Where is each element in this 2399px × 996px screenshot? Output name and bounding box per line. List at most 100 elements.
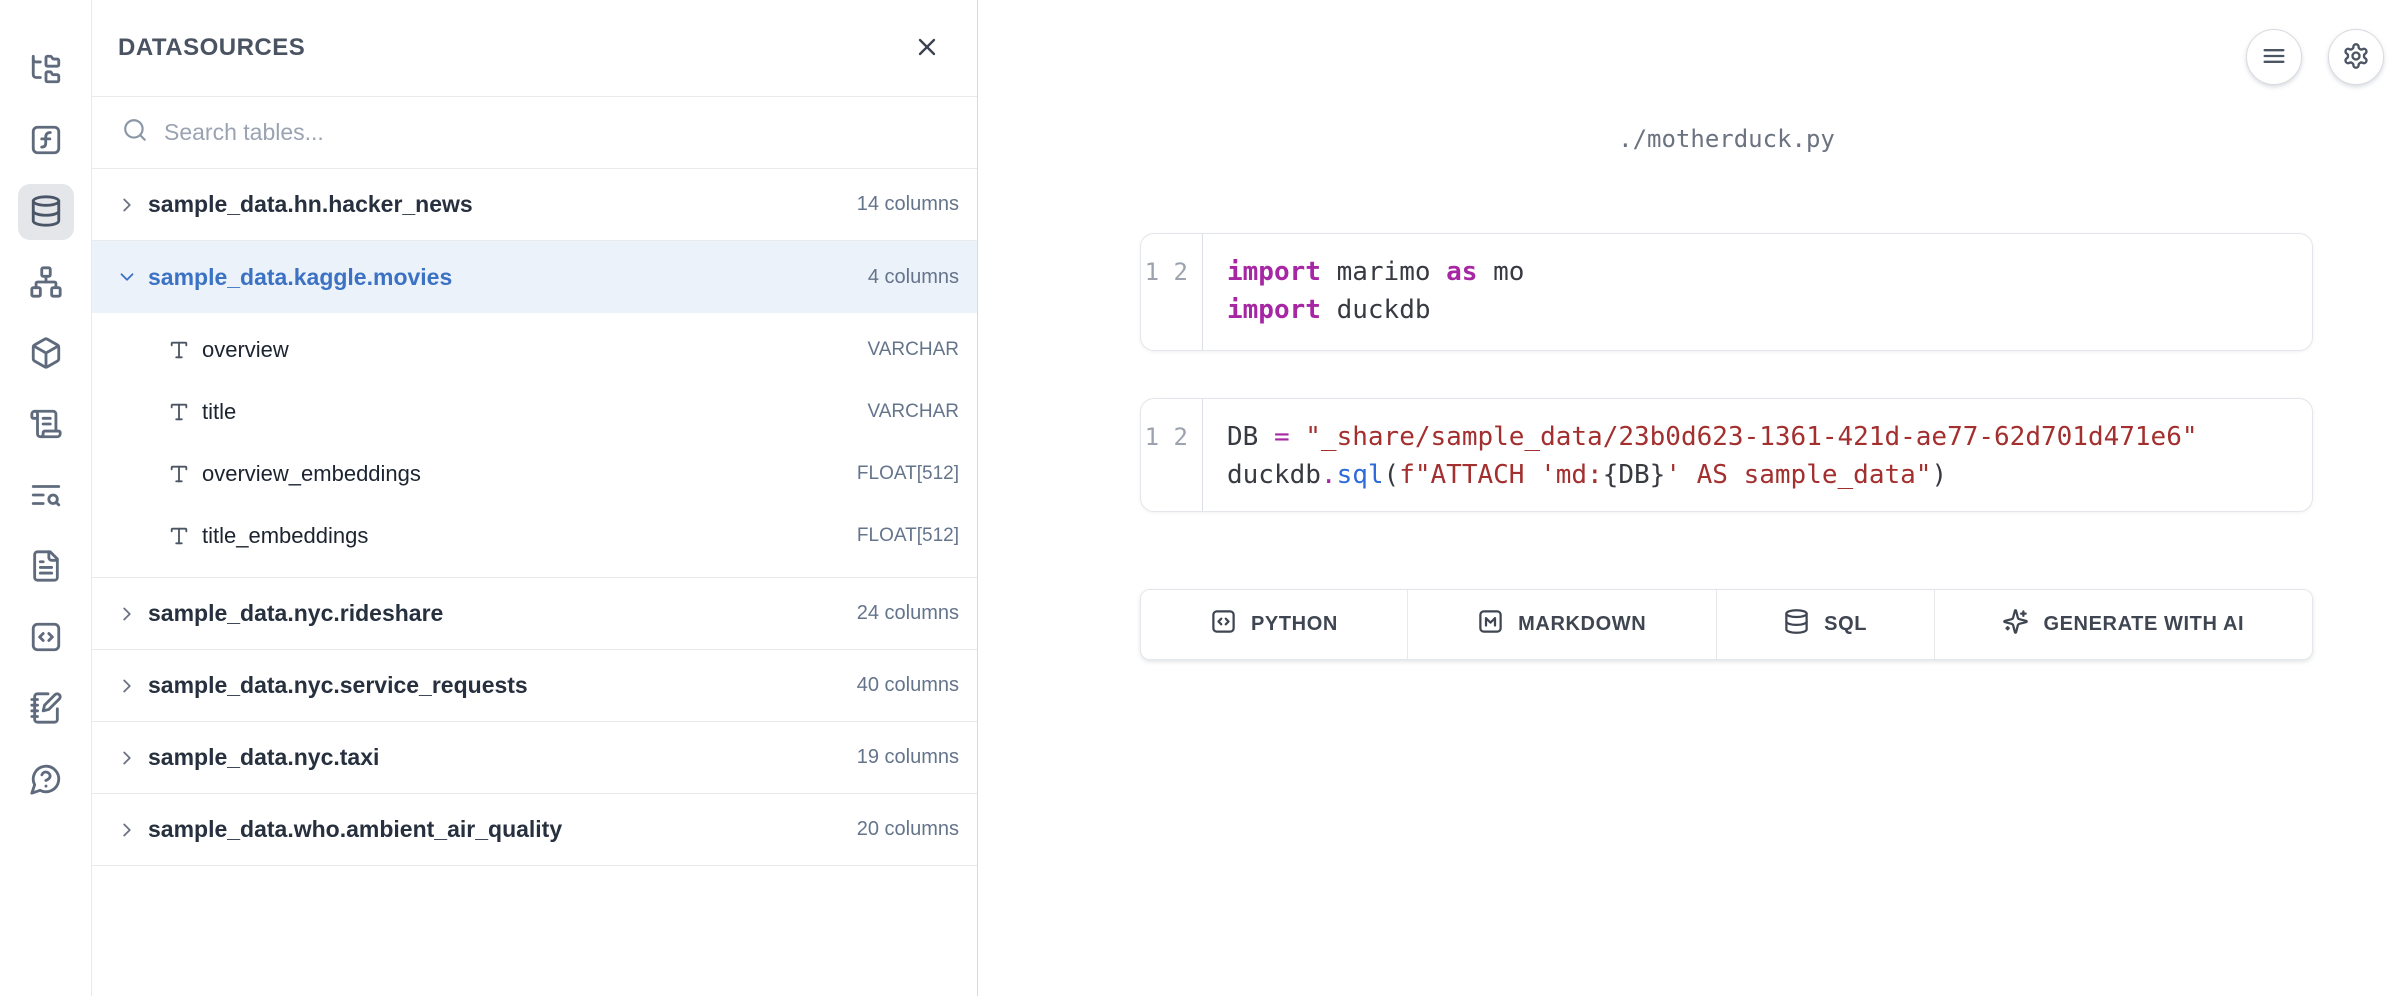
gear-icon xyxy=(2342,42,2370,73)
markdown-square-icon xyxy=(1477,608,1504,641)
menu-button[interactable] xyxy=(2246,29,2302,85)
column-name: overview_embeddings xyxy=(202,461,857,487)
sidebar-item-logs[interactable] xyxy=(18,397,74,453)
cell-attach[interactable]: 1 2DB = "_share/sample_data/23b0d623-136… xyxy=(1140,398,2313,512)
search-input[interactable] xyxy=(164,119,951,146)
add-sql-button[interactable]: SQL xyxy=(1717,590,1935,659)
line-numbers: 1 2 xyxy=(1141,399,1203,511)
column-row[interactable]: overview_embeddingsFLOAT[512] xyxy=(92,443,977,505)
line-numbers: 1 2 xyxy=(1141,234,1203,350)
column-name: title_embeddings xyxy=(202,523,857,549)
type-icon xyxy=(168,339,190,361)
column-row[interactable]: titleVARCHAR xyxy=(92,381,977,443)
chevron-right-icon xyxy=(116,747,138,769)
type-icon xyxy=(168,463,190,485)
notebook-filename: ./motherduck.py xyxy=(1140,125,2313,153)
panel-title: DATASOURCES xyxy=(118,34,305,62)
type-icon xyxy=(168,401,190,423)
cell-imports[interactable]: 1 2import marimo as mo import duckdb xyxy=(1140,233,2313,351)
sidebar-item-help[interactable] xyxy=(18,752,74,808)
chevron-down-icon xyxy=(116,266,138,288)
table-name: sample_data.nyc.rideshare xyxy=(148,600,857,627)
table-columns-count: 19 columns xyxy=(857,746,959,769)
chevron-right-icon xyxy=(116,675,138,697)
search-icon xyxy=(122,117,148,148)
add-python-button[interactable]: PYTHON xyxy=(1141,590,1408,659)
datasources-header: DATASOURCES xyxy=(92,0,977,97)
notebook-pen-icon xyxy=(29,691,63,728)
column-type: VARCHAR xyxy=(868,339,960,361)
sidebar-item-dependencies[interactable] xyxy=(18,255,74,311)
table-row[interactable]: sample_data.hn.hacker_news14 columns xyxy=(92,169,977,241)
code-square-icon xyxy=(1210,608,1237,641)
sparkles-icon xyxy=(2002,608,2029,641)
tables-list: sample_data.hn.hacker_news14 columnssamp… xyxy=(92,169,977,866)
table-row[interactable]: sample_data.nyc.taxi19 columns xyxy=(92,722,977,794)
add-cell-toolbar: PYTHON MARKDOWN SQL GENERATE WITH AI xyxy=(1140,589,2313,660)
table-name: sample_data.hn.hacker_news xyxy=(148,191,857,218)
menu-icon xyxy=(2260,42,2288,73)
column-row[interactable]: title_embeddingsFLOAT[512] xyxy=(92,505,977,567)
table-columns-count: 14 columns xyxy=(857,193,959,216)
code-square-icon xyxy=(29,620,63,657)
column-name: overview xyxy=(202,337,868,363)
columns-group: overviewVARCHARtitleVARCHARoverview_embe… xyxy=(92,313,977,578)
database-icon xyxy=(29,194,63,231)
close-icon xyxy=(913,33,941,64)
table-name: sample_data.kaggle.movies xyxy=(148,264,868,291)
add-markdown-button[interactable]: MARKDOWN xyxy=(1408,590,1717,659)
table-row[interactable]: sample_data.nyc.rideshare24 columns xyxy=(92,578,977,650)
message-question-icon xyxy=(29,762,63,799)
database-icon xyxy=(1783,608,1810,641)
table-columns-count: 24 columns xyxy=(857,602,959,625)
add-button-label: GENERATE WITH AI xyxy=(2043,613,2244,636)
table-name: sample_data.nyc.service_requests xyxy=(148,672,857,699)
chevron-right-icon xyxy=(116,603,138,625)
add-button-label: MARKDOWN xyxy=(1518,613,1646,636)
sidebar-item-tracebacks[interactable] xyxy=(18,468,74,524)
file-text-icon xyxy=(29,549,63,586)
settings-button[interactable] xyxy=(2328,29,2384,85)
function-square-icon xyxy=(29,123,63,160)
type-icon xyxy=(168,525,190,547)
chevron-right-icon xyxy=(116,194,138,216)
datasources-panel: DATASOURCES sample_data.hn.hacker_news14… xyxy=(92,0,978,996)
code-editor[interactable]: DB = "_share/sample_data/23b0d623-1361-4… xyxy=(1203,399,2312,511)
table-name: sample_data.who.ambient_air_quality xyxy=(148,816,857,843)
table-columns-count: 4 columns xyxy=(868,266,959,289)
column-name: title xyxy=(202,399,868,425)
table-columns-count: 40 columns xyxy=(857,674,959,697)
top-actions xyxy=(2246,29,2384,85)
sidebar-item-packages[interactable] xyxy=(18,326,74,382)
sidebar-item-file-explorer[interactable] xyxy=(18,42,74,98)
sidebar-item-variables[interactable] xyxy=(18,113,74,169)
column-type: VARCHAR xyxy=(868,401,960,423)
text-search-icon xyxy=(29,478,63,515)
table-row[interactable]: sample_data.nyc.service_requests40 colum… xyxy=(92,650,977,722)
table-name: sample_data.nyc.taxi xyxy=(148,744,857,771)
close-panel-button[interactable] xyxy=(903,24,951,72)
marimo-app: DATASOURCES sample_data.hn.hacker_news14… xyxy=(0,0,2399,996)
generate-ai-button[interactable]: GENERATE WITH AI xyxy=(1935,590,2312,659)
network-icon xyxy=(29,265,63,302)
column-type: FLOAT[512] xyxy=(857,463,959,485)
column-row[interactable]: overviewVARCHAR xyxy=(92,319,977,381)
table-row[interactable]: sample_data.kaggle.movies4 columns xyxy=(92,241,977,313)
scroll-text-icon xyxy=(29,407,63,444)
add-button-label: SQL xyxy=(1824,613,1867,636)
table-search-row xyxy=(92,97,977,169)
column-type: FLOAT[512] xyxy=(857,525,959,547)
box-icon xyxy=(29,336,63,373)
sidebar-item-documentation[interactable] xyxy=(18,539,74,595)
sidebar-item-scratchpad[interactable] xyxy=(18,681,74,737)
sidebar-item-datasources[interactable] xyxy=(18,184,74,240)
table-columns-count: 20 columns xyxy=(857,818,959,841)
activity-bar xyxy=(0,0,92,996)
code-editor[interactable]: import marimo as mo import duckdb xyxy=(1203,234,2312,350)
notebook-area: ./motherduck.py 1 2import marimo as mo i… xyxy=(978,0,2399,996)
table-row[interactable]: sample_data.who.ambient_air_quality20 co… xyxy=(92,794,977,866)
add-button-label: PYTHON xyxy=(1251,613,1338,636)
sidebar-item-snippets[interactable] xyxy=(18,610,74,666)
chevron-right-icon xyxy=(116,819,138,841)
folder-tree-icon xyxy=(29,52,63,89)
